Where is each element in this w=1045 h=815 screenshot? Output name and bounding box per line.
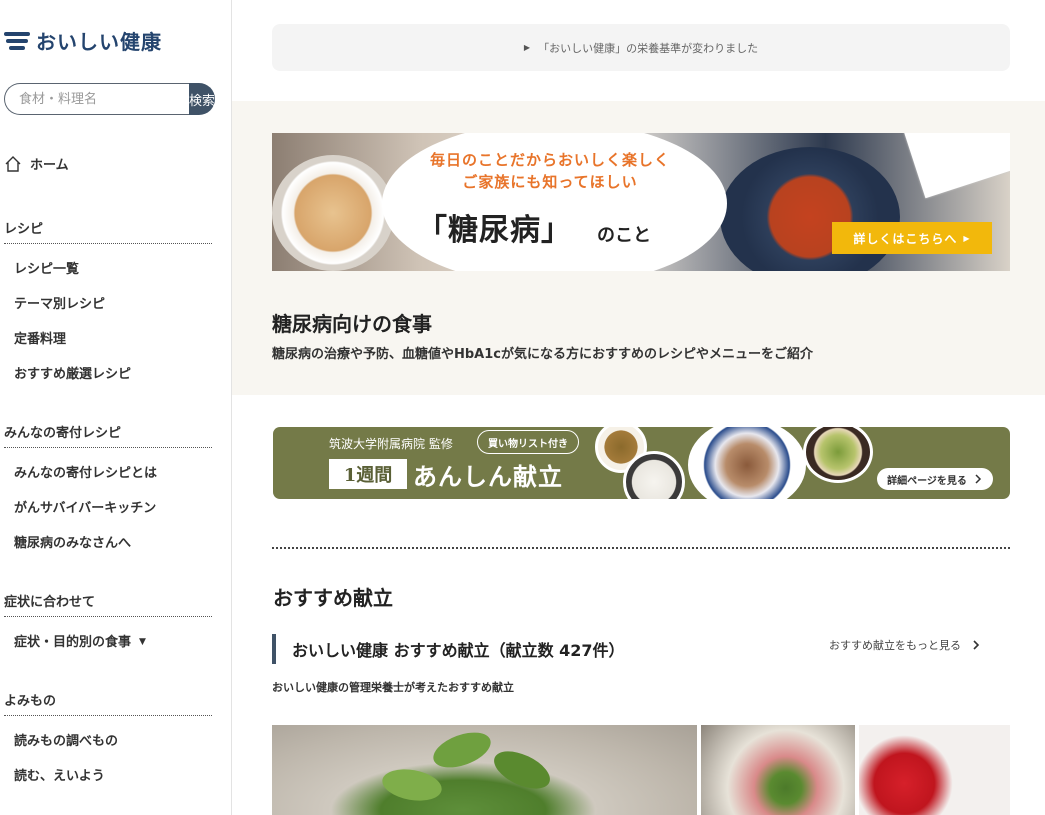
side-dish-image: [903, 133, 1010, 199]
sidebar-item-label: ホーム: [30, 158, 69, 173]
sidebar-item-donation-about[interactable]: みんなの寄付レシピとは: [4, 456, 212, 491]
menu-photo-salad[interactable]: [272, 725, 697, 815]
nav-heading: よみもの: [4, 690, 212, 716]
nav-heading: レシピ: [4, 218, 212, 244]
search-bar: 検索: [4, 83, 215, 115]
diabetes-banner[interactable]: 毎日のことだからおいしく楽しく ご家族にも知ってほしい 「糖尿病」 のこと 詳し…: [272, 133, 1010, 271]
sidebar-item-recipe-list[interactable]: レシピ一覧: [4, 252, 212, 287]
notice-text: 「おいしい健康」の栄養基準が変わりました: [538, 41, 759, 55]
leaf-shape: [379, 765, 445, 805]
recommended-subtitle: おいしい健康 おすすめ献立（献立数 427件）: [272, 634, 625, 664]
nav-section-symptom: 症状に合わせて 症状・目的別の食事 ▼: [4, 591, 212, 660]
logo[interactable]: おいしい健康: [4, 26, 162, 55]
sidebar-item-symptom-meal[interactable]: 症状・目的別の食事 ▼: [4, 625, 212, 660]
logo-text: おいしい健康: [36, 30, 162, 54]
gyoza-plate-image: [272, 155, 394, 271]
section-title: 糖尿病向けの食事: [272, 312, 432, 336]
see-more-label: おすすめ献立をもっと見る: [829, 639, 961, 652]
main-dish-image: [688, 427, 806, 499]
shopping-list-badge: 買い物リスト付き: [477, 430, 579, 454]
supervisor-text: 筑波大学附属病院 監修: [329, 437, 453, 451]
sidebar-item-theme-recipe[interactable]: テーマ別レシピ: [4, 287, 212, 322]
sidebar-item-diabetes[interactable]: 糖尿病のみなさんへ: [4, 526, 212, 561]
search-button[interactable]: 検索: [189, 83, 215, 115]
section-description: 糖尿病の治療や予防、血糖値やHbA1cが気になる方におすすめのレシピやメニューを…: [272, 347, 813, 362]
nav-section-donation: みんなの寄付レシピ みんなの寄付レシピとは がんサバイバーキッチン 糖尿病のみな…: [4, 422, 212, 561]
details-page-label: 詳細ページを見る: [887, 475, 967, 487]
sidebar: おいしい健康 検索 ホーム レシピ レシピ一覧 テーマ別レシピ 定番料理 おすす…: [0, 0, 232, 815]
menu-photo-broccoli[interactable]: [701, 725, 855, 815]
details-button-label: 詳しくはこちらへ: [853, 231, 958, 246]
rice-image: [623, 451, 685, 499]
recommended-description: おいしい健康の管理栄養士が考えたおすすめ献立: [272, 681, 514, 694]
banner-tagline: 毎日のことだからおいしく楽しく ご家族にも知ってほしい: [420, 149, 680, 193]
details-button[interactable]: 詳しくはこちらへ ▶: [832, 222, 992, 254]
leaf-shape: [488, 743, 556, 797]
sidebar-item-standard-dish[interactable]: 定番料理: [4, 322, 212, 357]
banner-tagline-line2: ご家族にも知ってほしい: [462, 173, 638, 191]
details-page-button[interactable]: 詳細ページを見る: [877, 468, 993, 490]
nav-heading: みんなの寄付レシピ: [4, 422, 212, 448]
leaf-shape: [428, 725, 496, 775]
chevron-right-icon: [973, 640, 980, 650]
sidebar-item-cancer-survivor[interactable]: がんサバイバーキッチン: [4, 491, 212, 526]
arrow-right-icon: ▶: [523, 43, 531, 52]
week-label: 1週間: [329, 459, 407, 489]
banner-main-text: 「糖尿病」: [417, 213, 572, 248]
soup-image: [803, 427, 873, 483]
menu-photo-strawberry[interactable]: [859, 725, 1010, 815]
nav-heading: 症状に合わせて: [4, 591, 212, 617]
recommended-title: おすすめ献立: [273, 586, 393, 610]
nav-section-recipe: レシピ レシピ一覧 テーマ別レシピ 定番料理 おすすめ厳選レシピ: [4, 218, 212, 392]
banner-sub-text: のこと: [597, 225, 651, 246]
sidebar-item-selected-recipe[interactable]: おすすめ厳選レシピ: [4, 357, 212, 392]
banner-tagline-line1: 毎日のことだからおいしく楽しく: [429, 151, 670, 169]
weekly-menu-title: あんしん献立: [413, 462, 563, 491]
sidebar-item-reading[interactable]: 読みもの調べもの: [4, 724, 212, 759]
home-icon: [5, 155, 21, 172]
chevron-right-icon: [975, 474, 981, 484]
see-more-link[interactable]: おすすめ献立をもっと見る: [829, 637, 981, 653]
sidebar-item-eiyou[interactable]: 読む、えいよう: [4, 759, 212, 794]
weekly-menu-banner[interactable]: 筑波大学附属病院 監修 買い物リスト付き 1週間 あんしん献立 詳細ページを見る: [273, 427, 1010, 499]
divider: [272, 547, 1010, 549]
logo-icon: [4, 30, 30, 52]
caret-down-icon: ▼: [139, 637, 146, 647]
sidebar-item-home[interactable]: ホーム: [4, 154, 69, 173]
main-content: ▶ 「おいしい健康」の栄養基準が変わりました 毎日のことだからおいしく楽しく ご…: [232, 0, 1045, 815]
notice-bar[interactable]: ▶ 「おいしい健康」の栄養基準が変わりました: [272, 24, 1010, 71]
search-input[interactable]: [4, 83, 189, 115]
nav-section-reading: よみもの 読みもの調べもの 読む、えいよう: [4, 690, 212, 794]
sidebar-item-label: 症状・目的別の食事: [14, 635, 132, 650]
triangle-right-icon: ▶: [963, 233, 971, 243]
